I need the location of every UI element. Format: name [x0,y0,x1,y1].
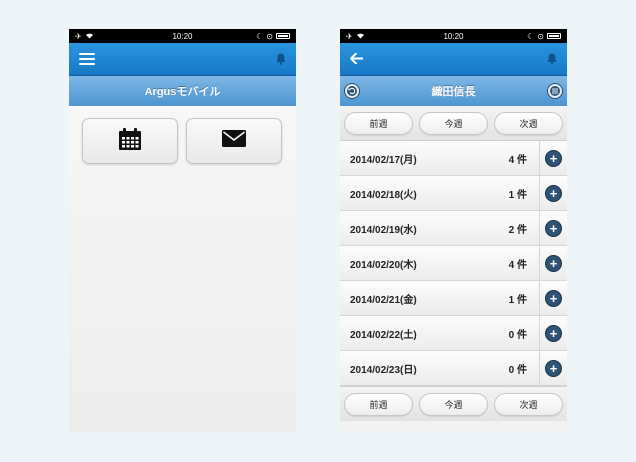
plus-circle-icon: + [545,359,562,377]
app-header [69,43,296,76]
app-header [340,43,567,76]
add-button[interactable]: + [539,211,567,245]
day-date: 2014/02/19(水) [350,224,417,236]
page-title-bar: Argusモバイル [69,76,296,106]
airplane-icon: ✈ [75,31,82,41]
day-list: 2014/02/17(月) 4 件 + 2014/02/18(火) 1 件 + 20… [340,141,567,386]
prev-week-button[interactable]: 前週 [344,392,413,416]
plus-circle-icon: + [545,324,562,342]
hamburger-icon[interactable] [79,53,95,65]
list-item[interactable]: 2014/02/20(木) 4 件 + [340,246,567,281]
plus-circle-icon: + [545,289,562,307]
plus-circle-icon: + [545,219,562,237]
day-count: 1 件 [508,189,527,201]
list-item[interactable]: 2014/02/22(土) 0 件 + [340,316,567,351]
plus-circle-icon: + [545,254,562,272]
add-button[interactable]: + [539,316,567,350]
calendar-button[interactable] [82,118,178,164]
list-item[interactable]: 2014/02/18(火) 1 件 + [340,176,567,211]
day-date: 2014/02/22(土) [350,329,417,341]
day-date: 2014/02/23(日) [350,364,417,376]
week-nav-bottom: 前週 今週 次週 [340,386,567,421]
airplane-icon: ✈ [346,31,353,41]
next-week-button[interactable]: 次週 [494,111,563,135]
mail-icon [222,130,246,152]
day-count: 2 件 [508,224,527,236]
moon-icon: ☾ [256,31,264,41]
add-button[interactable]: + [539,281,567,315]
day-count: 4 件 [508,154,527,166]
day-count: 0 件 [508,329,527,341]
arrow-left-icon[interactable] [350,52,364,66]
undo-button[interactable] [344,83,360,99]
day-date: 2014/02/17(月) [350,154,417,166]
list-item[interactable]: 2014/02/23(日) 0 件 + [340,351,567,386]
prev-week-button[interactable]: 前週 [344,111,413,135]
current-week-button[interactable]: 今週 [419,392,488,416]
wifi-icon [85,32,94,41]
day-count: 0 件 [508,364,527,376]
status-bar: ✈ 10:20 ☾ ⊙ [340,29,567,43]
bell-icon[interactable] [275,53,286,66]
left-phone-screen: ✈ 10:20 ☾ ⊙ Argusモバイル [69,29,296,432]
bell-icon[interactable] [546,53,557,66]
rotation-lock-icon: ⊙ [537,31,544,41]
page-title: 織田信長 [431,86,476,98]
wifi-icon [356,32,365,41]
battery-icon [547,33,561,39]
day-count: 4 件 [508,259,527,271]
week-nav-top: 前週 今週 次週 [340,106,567,141]
list-item[interactable]: 2014/02/21(金) 1 件 + [340,281,567,316]
day-date: 2014/02/18(火) [350,189,417,201]
add-button[interactable]: + [539,176,567,210]
grid-icon [550,86,560,96]
page-title-bar: 織田信長 [340,76,567,106]
day-count: 1 件 [508,294,527,306]
main-menu [69,106,296,432]
mail-button[interactable] [186,118,282,164]
plus-circle-icon: + [545,184,562,202]
battery-icon [276,33,290,39]
add-button[interactable]: + [539,351,567,385]
current-week-button[interactable]: 今週 [419,111,488,135]
undo-icon [347,86,357,96]
rotation-lock-icon: ⊙ [266,31,273,41]
page-title: Argusモバイル [144,86,221,98]
grid-button[interactable] [547,83,563,99]
next-week-button[interactable]: 次週 [494,392,563,416]
list-item[interactable]: 2014/02/17(月) 4 件 + [340,141,567,176]
plus-circle-icon: + [545,149,562,167]
moon-icon: ☾ [527,31,535,41]
add-button[interactable]: + [539,141,567,175]
add-button[interactable]: + [539,246,567,280]
day-date: 2014/02/21(金) [350,294,417,306]
calendar-icon [118,127,142,156]
list-item[interactable]: 2014/02/19(水) 2 件 + [340,211,567,246]
status-bar: ✈ 10:20 ☾ ⊙ [69,29,296,43]
right-phone-screen: ✈ 10:20 ☾ ⊙ 織田信長 前週 今週 次週 2014/02/17(月) … [340,29,567,432]
day-date: 2014/02/20(木) [350,259,417,271]
